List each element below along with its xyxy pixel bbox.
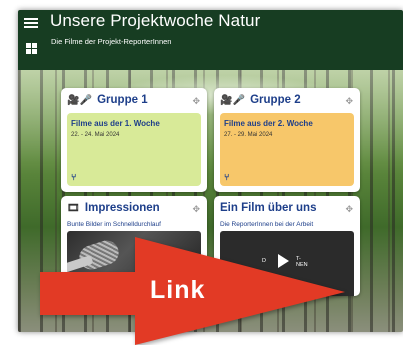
camera-mic-icon: 🎥🎤 (220, 95, 245, 106)
film-icon: 🎞 (67, 203, 80, 214)
board-subtitle: Die Filme der Projekt-ReporterInnen (51, 37, 172, 46)
drag-handle-icon[interactable]: ✥ (192, 96, 200, 107)
board-header: Unsere Projektwoche Natur Die Filme der … (18, 10, 403, 70)
card-description: Die ReporterInnen bei der Arbeit (220, 221, 314, 228)
card-header: 🎥🎤 Gruppe 2 (220, 94, 354, 108)
card-title: Ein Film über uns (220, 202, 317, 214)
branch-icon: ⑂ (71, 172, 77, 182)
tile-date: 22. - 24. Mai 2024 (71, 132, 120, 138)
card-header: Ein Film über uns (220, 202, 354, 216)
branch-icon: ⑂ (224, 172, 230, 182)
card-description: Bunte Bilder im Schnelldurchlauf (67, 221, 161, 228)
tile-title: Filme aus der 1. Woche (71, 119, 160, 128)
menu-icon[interactable] (24, 16, 38, 30)
card-title: Gruppe 2 (250, 94, 301, 106)
card-title: Impressionen (84, 202, 160, 214)
card-header: 🎞 Impressionen (67, 202, 201, 216)
card-gruppe-2[interactable]: 🎥🎤 Gruppe 2 ✥ Filme aus der 2. Woche 27.… (214, 88, 360, 192)
drag-handle-icon[interactable]: ✥ (345, 96, 353, 107)
board-title: Unsere Projektwoche Natur (50, 11, 261, 30)
link-label: Link (150, 276, 206, 304)
card-title: Gruppe 1 (97, 94, 148, 106)
drag-handle-icon[interactable]: ✥ (192, 204, 200, 215)
tile-title: Filme aus der 2. Woche (224, 119, 313, 128)
card-header: 🎥🎤 Gruppe 1 (67, 94, 201, 108)
drag-handle-icon[interactable]: ✥ (345, 204, 353, 215)
tile-date: 27. - 29. Mai 2024 (224, 132, 273, 138)
section-tile[interactable]: Filme aus der 1. Woche 22. - 24. Mai 202… (67, 113, 201, 186)
section-tile[interactable]: Filme aus der 2. Woche 27. - 29. Mai 202… (220, 113, 354, 186)
camera-mic-icon: 🎥🎤 (67, 95, 92, 106)
grid-view-icon[interactable] (26, 43, 37, 54)
card-gruppe-1[interactable]: 🎥🎤 Gruppe 1 ✥ Filme aus der 1. Woche 22.… (61, 88, 207, 192)
